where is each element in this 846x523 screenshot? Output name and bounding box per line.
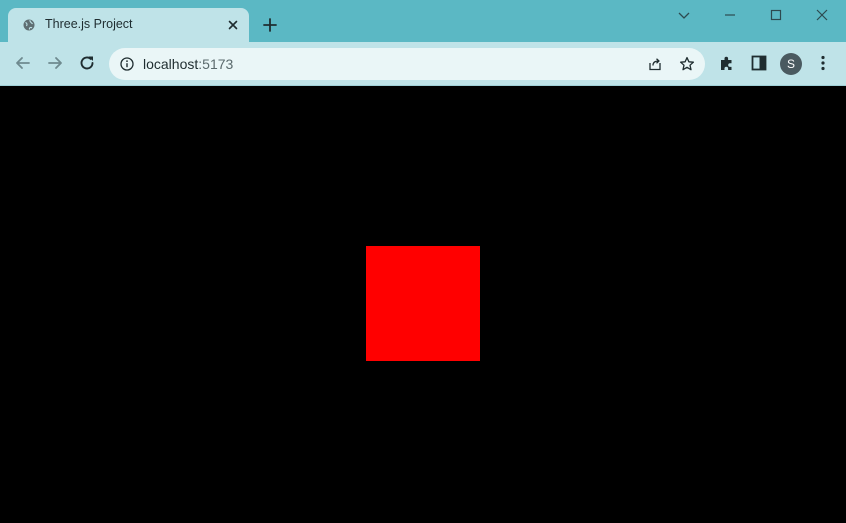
maximize-icon[interactable]: [766, 6, 786, 24]
tab-title: Three.js Project: [45, 17, 133, 31]
close-icon[interactable]: [812, 6, 832, 24]
forward-arrow-icon[interactable]: [45, 53, 65, 73]
minimize-icon[interactable]: [720, 6, 740, 24]
tab-close-icon[interactable]: [226, 18, 240, 32]
url-text[interactable]: localhost:5173: [143, 56, 233, 72]
side-panel-icon[interactable]: [750, 54, 768, 72]
extensions-puzzle-icon[interactable]: [718, 54, 736, 72]
browser-toolbar: localhost:5173 S: [0, 42, 846, 86]
threejs-canvas[interactable]: [0, 86, 846, 523]
tab-strip: Three.js Project: [0, 0, 846, 42]
back-arrow-icon[interactable]: [13, 53, 33, 73]
chevron-down-icon[interactable]: [674, 6, 694, 24]
browser-window: Three.js Project localhost:5173 S: [0, 0, 846, 523]
new-tab-plus-icon[interactable]: [260, 15, 280, 35]
bookmark-star-icon[interactable]: [679, 56, 695, 72]
globe-icon: [23, 19, 35, 31]
profile-avatar[interactable]: S: [780, 53, 802, 75]
address-bar[interactable]: localhost:5173: [109, 48, 705, 80]
red-cube-mesh: [366, 246, 480, 361]
more-menu-icon[interactable]: [814, 54, 832, 72]
url-host: localhost: [143, 56, 199, 72]
tab-threejs-project[interactable]: Three.js Project: [8, 8, 249, 42]
share-icon[interactable]: [647, 56, 663, 72]
reload-icon[interactable]: [77, 53, 97, 73]
site-info-icon[interactable]: [120, 57, 134, 71]
url-port: :5173: [198, 56, 234, 72]
